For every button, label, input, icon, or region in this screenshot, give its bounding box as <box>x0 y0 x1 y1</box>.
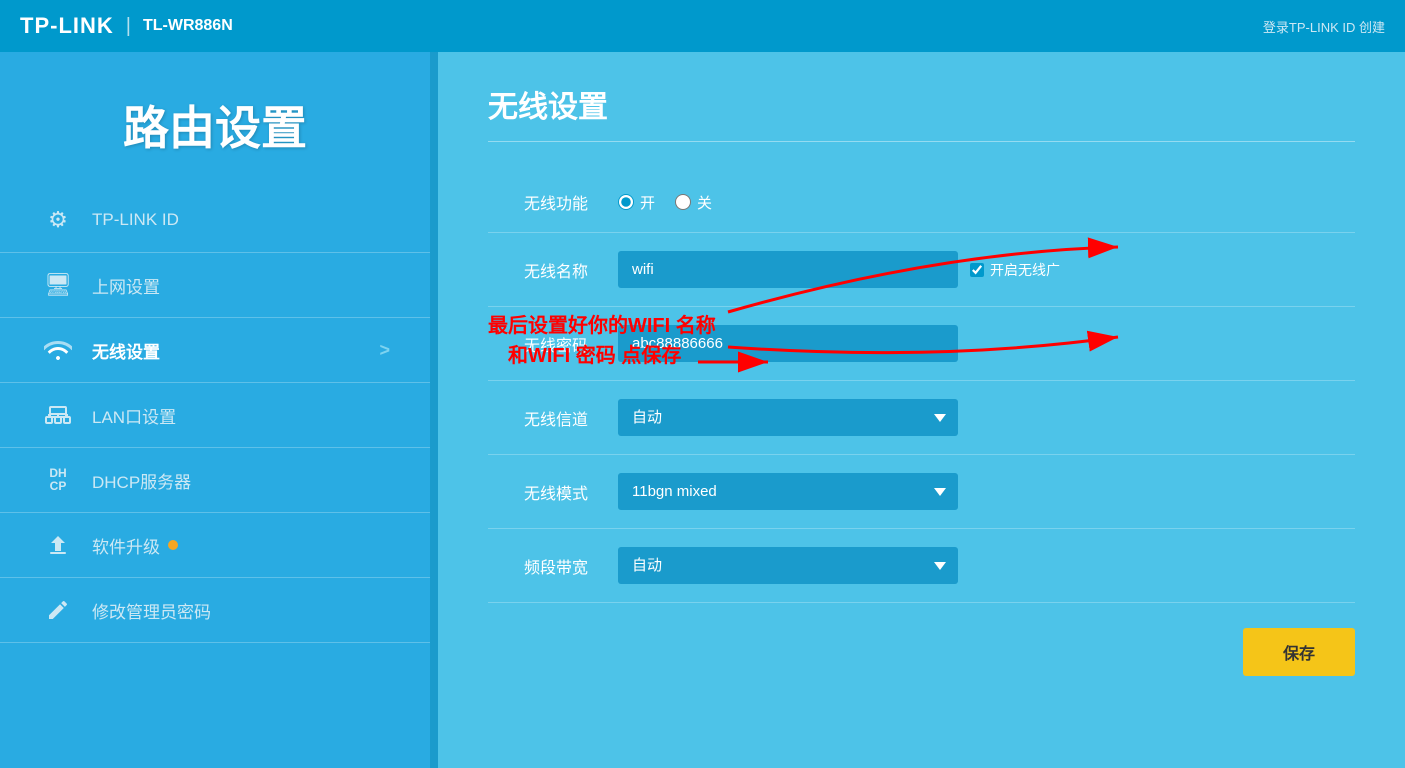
wifi-enable-on-label: 开 <box>640 192 655 213</box>
main-layout: 路由设置 ⚙ TP-LINK ID 🖥 上网设置 无线设置 > <box>0 52 1405 768</box>
lan-icon <box>40 397 76 433</box>
sidebar: 路由设置 ⚙ TP-LINK ID 🖥 上网设置 无线设置 > <box>0 52 430 768</box>
wifi-enable-control: 开 关 <box>618 192 1355 213</box>
page-title: 无线设置 <box>488 82 1355 142</box>
wifi-password-row: 无线密码 <box>488 307 1355 381</box>
monitor-icon: 🖥 <box>40 267 76 303</box>
save-btn-row: 保存 <box>488 603 1355 676</box>
wifi-name-input[interactable] <box>618 251 958 288</box>
brand-name: TP-LINK <box>20 13 114 39</box>
sidebar-label-password: 修改管理员密码 <box>92 598 211 623</box>
sidebar-title: 路由设置 <box>0 72 430 188</box>
wifi-enable-off-input[interactable] <box>675 194 691 210</box>
wifi-mode-select[interactable]: 11bgn mixed 11bg mixed 11b only 11g only… <box>618 473 958 510</box>
dhcp-icon: DHCP <box>40 462 76 498</box>
upgrade-badge <box>168 540 178 550</box>
content: 无线设置 无线功能 开 关 <box>438 52 1405 706</box>
wifi-name-label: 无线名称 <box>488 258 588 282</box>
wifi-enable-label: 无线功能 <box>488 190 588 214</box>
wifi-bandwidth-control: 自动 20MHz 40MHz <box>618 547 1355 584</box>
broadcast-label: 开启无线广 <box>990 260 1060 280</box>
content-wrapper: 无线设置 无线功能 开 关 <box>438 52 1405 768</box>
sidebar-item-upgrade[interactable]: 软件升级 <box>0 513 430 578</box>
wireless-settings-form: 无线功能 开 关 无线名称 <box>488 172 1355 603</box>
wifi-enable-row: 无线功能 开 关 <box>488 172 1355 233</box>
header-links[interactable]: 登录TP-LINK ID 创建 <box>1263 17 1385 36</box>
wifi-mode-row: 无线模式 11bgn mixed 11bg mixed 11b only 11g… <box>488 455 1355 529</box>
wifi-password-control <box>618 325 1355 362</box>
sidebar-separator <box>430 52 438 768</box>
sidebar-item-internet[interactable]: 🖥 上网设置 <box>0 253 430 318</box>
arrow-icon: > <box>379 340 390 361</box>
sidebar-item-wireless[interactable]: 无线设置 > <box>0 318 430 383</box>
wifi-channel-label: 无线信道 <box>488 406 588 430</box>
wifi-enable-on-input[interactable] <box>618 194 634 210</box>
sidebar-item-lan[interactable]: LAN口设置 <box>0 383 430 448</box>
logo: TP-LINK | TL-WR886N <box>20 13 233 39</box>
broadcast-checkbox[interactable] <box>970 263 984 277</box>
save-button[interactable]: 保存 <box>1243 628 1355 676</box>
sidebar-label-wireless: 无线设置 <box>92 338 160 363</box>
wifi-channel-row: 无线信道 自动 1 6 11 <box>488 381 1355 455</box>
wifi-mode-label: 无线模式 <box>488 480 588 504</box>
model-name: TL-WR886N <box>143 17 233 35</box>
sidebar-label-dhcp: DHCP服务器 <box>92 468 191 493</box>
wifi-bandwidth-label: 频段带宽 <box>488 554 588 578</box>
sidebar-label-lan: LAN口设置 <box>92 403 176 428</box>
gear-icon: ⚙ <box>40 202 76 238</box>
wifi-password-input[interactable] <box>618 325 958 362</box>
wifi-name-control: 开启无线广 <box>618 251 1355 288</box>
sidebar-label-upgrade: 软件升级 <box>92 533 160 558</box>
broadcast-checkbox-item[interactable]: 开启无线广 <box>970 260 1060 280</box>
wifi-channel-select[interactable]: 自动 1 6 11 <box>618 399 958 436</box>
logo-divider: | <box>126 15 131 38</box>
sidebar-label-internet: 上网设置 <box>92 273 160 298</box>
edit-icon <box>40 592 76 628</box>
sidebar-item-tplink-id[interactable]: ⚙ TP-LINK ID <box>0 188 430 253</box>
sidebar-item-dhcp[interactable]: DHCP DHCP服务器 <box>0 448 430 513</box>
sidebar-item-password[interactable]: 修改管理员密码 <box>0 578 430 643</box>
wifi-mode-control: 11bgn mixed 11bg mixed 11b only 11g only… <box>618 473 1355 510</box>
wifi-channel-control: 自动 1 6 11 <box>618 399 1355 436</box>
wifi-bandwidth-row: 频段带宽 自动 20MHz 40MHz <box>488 529 1355 603</box>
wifi-name-row: 无线名称 开启无线广 <box>488 233 1355 307</box>
wifi-password-label: 无线密码 <box>488 332 588 356</box>
upgrade-icon <box>40 527 76 563</box>
wifi-enable-off-radio[interactable]: 关 <box>675 192 712 213</box>
sidebar-label-tplink-id: TP-LINK ID <box>92 210 179 230</box>
wifi-bandwidth-select[interactable]: 自动 20MHz 40MHz <box>618 547 958 584</box>
wifi-enable-on-radio[interactable]: 开 <box>618 192 655 213</box>
wifi-enable-off-label: 关 <box>697 192 712 213</box>
header: TP-LINK | TL-WR886N 登录TP-LINK ID 创建 <box>0 0 1405 52</box>
wifi-icon <box>40 332 76 368</box>
